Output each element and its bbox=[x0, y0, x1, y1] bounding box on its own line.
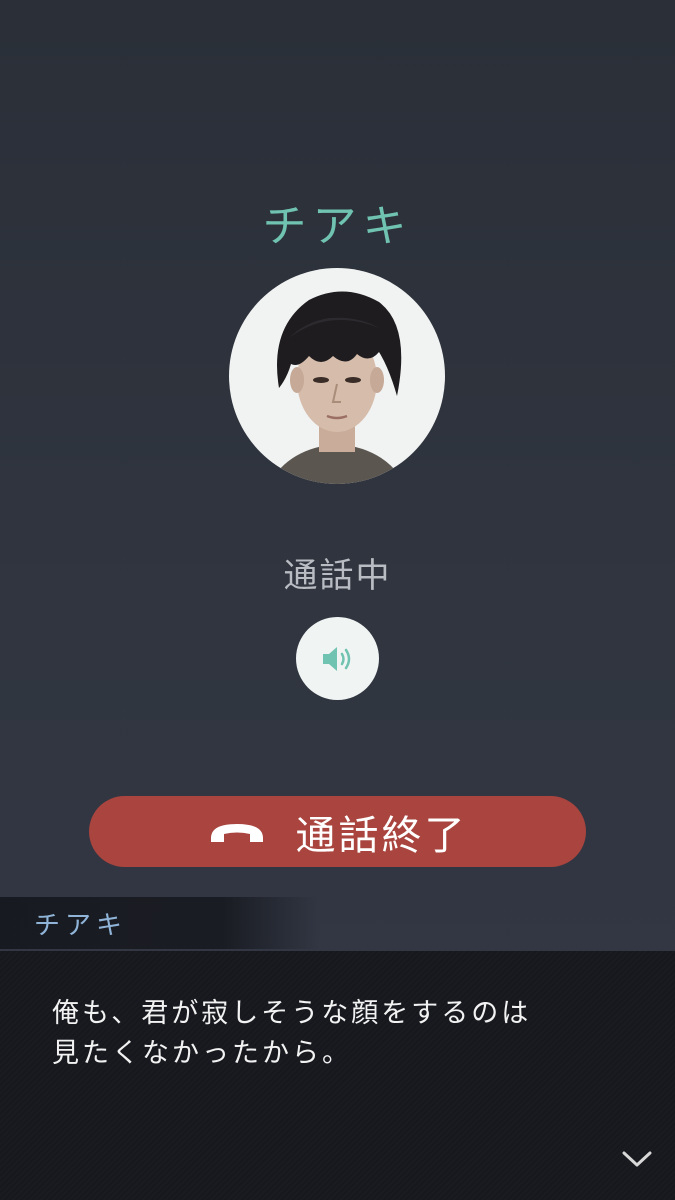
dialogue-box[interactable]: 俺も、君が寂しそうな顔をするのは 見たくなかったから。 bbox=[0, 951, 675, 1200]
end-call-label: 通話終了 bbox=[295, 812, 468, 859]
call-status: 通話中 bbox=[283, 556, 392, 596]
dialogue-line: 俺も、君が寂しそうな顔をするのは bbox=[52, 998, 532, 1029]
speaker-icon bbox=[322, 646, 350, 671]
dialogue-line: 見たくなかったから。 bbox=[52, 1038, 352, 1069]
chevron-down-icon[interactable] bbox=[620, 1148, 654, 1174]
speaker-button[interactable] bbox=[296, 617, 379, 700]
phone-hangup-icon bbox=[208, 820, 266, 844]
end-call-button[interactable]: 通話終了 bbox=[89, 796, 586, 867]
speaker-name-tab: チアキ bbox=[0, 897, 320, 949]
caller-avatar bbox=[229, 268, 445, 484]
caller-name: チアキ bbox=[262, 201, 413, 252]
speaker-name: チアキ bbox=[34, 911, 128, 941]
portrait-avatar-icon bbox=[269, 291, 405, 484]
